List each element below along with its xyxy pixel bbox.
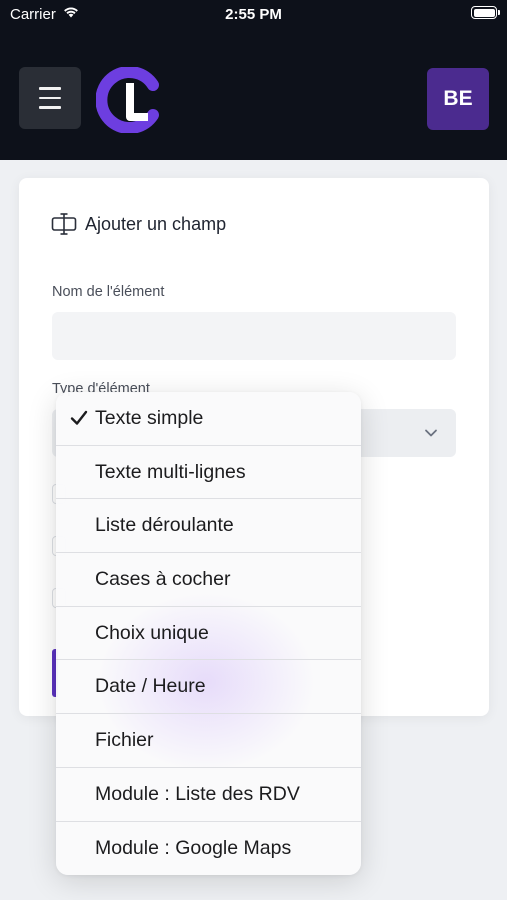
dropdown-option-label: Liste déroulante (95, 514, 234, 537)
dropdown-option-label: Choix unique (95, 621, 209, 644)
status-bar: Carrier 2:55 PM (0, 0, 507, 30)
dropdown-list: Texte simple Texte multi-lignes Liste déro… (56, 392, 361, 875)
hamburger-menu-icon (39, 87, 61, 90)
checkmark-icon (70, 411, 88, 426)
user-avatar[interactable]: BE (427, 68, 489, 130)
name-input[interactable] (52, 312, 456, 360)
dropdown-option-label: Module : Liste des RDV (95, 782, 300, 805)
battery-icon (471, 6, 500, 19)
chevron-down-icon (425, 429, 437, 437)
card-title: Ajouter un champ (85, 213, 227, 234)
dropdown-option[interactable]: Fichier (56, 714, 361, 768)
app-logo (96, 67, 159, 133)
status-time: 2:55 PM (225, 6, 282, 23)
dropdown-option[interactable]: Texte multi-lignes (56, 446, 361, 500)
dropdown-option[interactable]: Choix unique (56, 607, 361, 661)
dropdown-option-label: Module : Google Maps (95, 836, 292, 859)
card-header: Ajouter un champ (51, 212, 226, 236)
menu-button[interactable] (19, 67, 81, 129)
name-field-label: Nom de l'élément (52, 284, 165, 300)
dropdown-option[interactable]: Texte simple (56, 392, 361, 446)
dropdown-option-label: Texte simple (95, 406, 204, 429)
dropdown-option-label: Cases à cocher (95, 567, 231, 590)
app-header: BE (0, 30, 507, 160)
dropdown-option[interactable]: Module : Google Maps (56, 822, 361, 876)
dropdown-option[interactable]: Date / Heure (56, 660, 361, 715)
text-cursor-icon (51, 213, 77, 235)
dropdown-option[interactable]: Module : Liste des RDV (56, 768, 361, 822)
dropdown-option-label: Fichier (95, 728, 154, 751)
dropdown-option-label: Date / Heure (95, 675, 206, 698)
dropdown-option-label: Texte multi-lignes (95, 460, 246, 483)
dropdown-option[interactable]: Cases à cocher (56, 553, 361, 607)
dropdown-option[interactable]: Liste déroulante (56, 499, 361, 554)
type-dropdown-menu: Texte simple Texte multi-lignes Liste déro… (56, 392, 361, 875)
